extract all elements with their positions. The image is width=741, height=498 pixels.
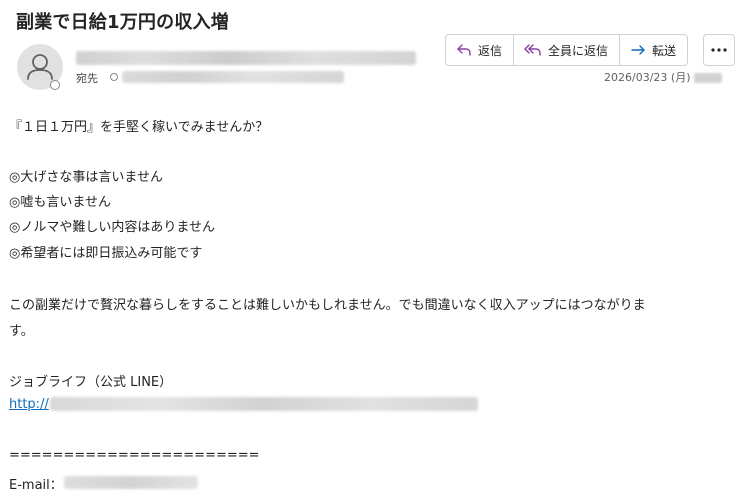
body-intro: 『１日１万円』を手堅く稼いでみませんか？ <box>9 120 269 135</box>
contact-link[interactable]: http:// <box>9 397 49 412</box>
body-paragraph-line: この副業だけで贅沢な暮らしをすることは難しいかもしれません。でも間違いなく収入ア… <box>9 298 646 313</box>
date-text: 2026/03/23 (月) <box>604 71 691 84</box>
reply-all-arrow-icon <box>524 44 541 56</box>
email-redacted <box>64 476 198 489</box>
reply-all-label: 全員に返信 <box>548 43 609 58</box>
reply-arrow-icon <box>457 44 471 56</box>
to-label: 宛先 <box>76 72 98 85</box>
reply-button[interactable]: 返信 <box>446 35 513 65</box>
sender-redacted <box>76 51 416 65</box>
reply-all-button[interactable]: 全員に返信 <box>513 35 619 65</box>
email-subject: 副業で日給1万円の収入増 <box>16 12 229 33</box>
reply-label: 返信 <box>478 43 503 58</box>
more-actions-button[interactable] <box>703 34 735 66</box>
forward-arrow-icon <box>631 45 645 55</box>
link-redacted <box>50 397 478 411</box>
body-paragraph-line: す。 <box>9 324 34 339</box>
forward-button[interactable]: 転送 <box>619 35 687 65</box>
received-date: 2026/03/23 (月) <box>604 69 723 85</box>
body-bullet: ◎大げさな事は言いません <box>9 170 163 185</box>
recipient-redacted <box>122 71 344 83</box>
body-bullet: ◎ノルマや難しい内容はありません <box>9 220 215 235</box>
body-bullet: ◎希望者には即日振込み可能です <box>9 246 203 261</box>
separator-line: ======================= <box>9 448 260 463</box>
forward-label: 転送 <box>652 43 677 58</box>
time-redacted <box>694 73 723 83</box>
contact-name: ジョブライフ（公式 LINE） <box>9 375 173 390</box>
body-bullet: ◎嘘も言いません <box>9 195 111 210</box>
more-horizontal-icon <box>711 48 727 52</box>
email-label: E-mail： <box>9 478 63 493</box>
presence-status-icon <box>50 80 60 90</box>
message-actions: 返信 全員に返信 転送 <box>445 34 689 66</box>
recipient-presence-icon <box>110 73 118 81</box>
